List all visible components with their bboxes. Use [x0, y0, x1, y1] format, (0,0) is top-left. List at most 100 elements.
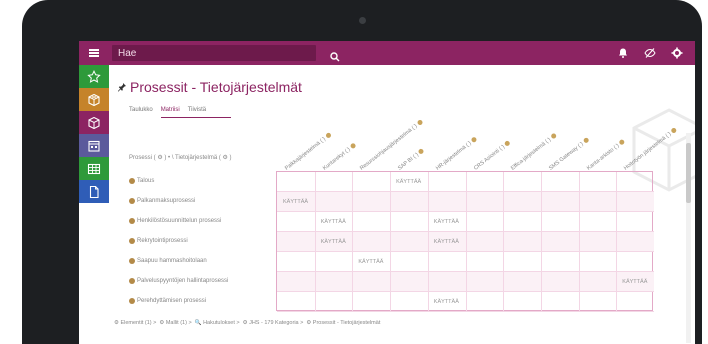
row-label-text: Saapuu hammashoitolaan: [137, 258, 207, 264]
search-icon[interactable]: [330, 52, 340, 62]
row-label-text: Palkanmaksuprosessi: [137, 198, 196, 204]
eye-slash-icon[interactable]: [644, 47, 656, 59]
hamburger-menu-icon[interactable]: [79, 41, 109, 65]
laptop-frame: Prosessit - Tietojärjestelmät Taulukko M…: [22, 0, 702, 344]
matrix-cell-value[interactable]: KÄYTTÄÄ: [434, 299, 459, 305]
element-icon: [670, 126, 678, 134]
matrix-grid: KÄYTTÄÄ KÄYTTÄÄ KÄYTTÄÄ KÄYTTÄÄ KÄYTTÄÄ KÄYTT…: [276, 171, 654, 312]
camera: [359, 17, 366, 24]
column-header-label: HR-järjestelmä ( ): [434, 140, 473, 172]
matrix-cell-value[interactable]: KÄYTTÄÄ: [434, 239, 459, 245]
element-icon: [349, 142, 357, 150]
column-header[interactable]: CRS Asiointi ( ): [472, 139, 512, 172]
grid-divider: [352, 172, 354, 312]
grid-divider: [503, 172, 505, 312]
column-header-label: Effica-järjestelmä ( ): [510, 136, 553, 172]
matrix-cell-value[interactable]: KÄYTTÄÄ: [283, 199, 308, 205]
grid-divider: [427, 172, 429, 312]
element-icon: [129, 178, 135, 184]
breadcrumb-item[interactable]: 🔍 Hakutulokset >: [195, 320, 240, 326]
column-header-label: Resurssiohjausjärjestelmä ( ): [359, 123, 419, 172]
row-label[interactable]: Palkanmaksuprosessi: [129, 191, 195, 211]
matrix-cell-value[interactable]: KÄYTTÄÄ: [358, 259, 383, 265]
element-icon: [129, 198, 135, 204]
scrollbar-thumb[interactable]: [686, 143, 691, 203]
column-header[interactable]: Kanta-arkisto ( ): [585, 138, 626, 172]
document-icon: [89, 185, 99, 198]
element-icon: [470, 136, 478, 144]
element-icon: [129, 278, 135, 284]
column-header-label: Palkkajärjestelmä ( ): [284, 136, 327, 172]
bell-icon[interactable]: [617, 47, 629, 59]
row-label-text: Talous: [137, 178, 155, 184]
column-header-label: Kanta-arkisto ( ): [585, 142, 621, 172]
element-icon: [618, 138, 626, 146]
element-icon: [582, 136, 590, 144]
row-label-text: Rekrytointiprosessi: [137, 238, 188, 244]
nav-item-documents[interactable]: [79, 180, 109, 203]
element-icon: [550, 132, 558, 140]
gear-icon[interactable]: [671, 47, 683, 59]
column-header[interactable]: SMS Gateway ( ): [547, 136, 590, 172]
element-icon: [503, 139, 511, 147]
column-headers: Palkkajärjestelmä ( ) Kuntarekyt ( ) Resur…: [109, 65, 695, 175]
grid-divider: [540, 172, 542, 312]
main-content: Prosessit - Tietojärjestelmät Taulukko M…: [109, 65, 695, 344]
column-header-label: SMS Gateway ( ): [547, 141, 585, 172]
row-label-text: Palveluspyyntöjen hallintaprosessi: [137, 278, 229, 284]
element-icon: [324, 132, 332, 140]
grid-divider: [616, 172, 618, 312]
column-header-label: Hoitotyön järjestelmä ( ): [623, 131, 673, 172]
breadcrumb-item[interactable]: ⚙ JHS - 179 Kategoria >: [243, 320, 304, 326]
search-box: [112, 45, 340, 62]
left-nav: [79, 65, 109, 344]
row-label-text: Perehdyttämisen prosessi: [137, 298, 207, 304]
column-header[interactable]: HR-järjestelmä ( ): [435, 136, 478, 172]
column-header-label: Kuntarekyt ( ): [321, 146, 352, 172]
app-screen: Prosessit - Tietojärjestelmät Taulukko M…: [79, 41, 695, 344]
row-label[interactable]: Perehdyttämisen prosessi: [129, 291, 206, 311]
breadcrumb-item[interactable]: ⚙ Elementit (1) >: [114, 320, 156, 326]
element-icon: [129, 238, 135, 244]
table-icon: [87, 163, 101, 174]
column-header[interactable]: Hoitotyön järjestelmä ( ): [623, 126, 678, 172]
column-header[interactable]: SAP BI ( ): [397, 147, 425, 172]
grid-divider: [465, 172, 467, 312]
row-label[interactable]: Henkilöstösuunnittelun prosessi: [129, 211, 221, 231]
nav-item-calendar[interactable]: [79, 134, 109, 157]
cube-icon: [88, 93, 100, 106]
element-icon: [129, 298, 135, 304]
column-header[interactable]: Resurssiohjausjärjestelmä ( ): [359, 119, 424, 172]
column-header-label: CRS Asiointi ( ): [472, 144, 506, 172]
top-bar: [79, 41, 695, 65]
breadcrumb: ⚙ Elementit (1) > ⚙ Mallit (1) > 🔍 Hakutul…: [114, 320, 380, 326]
column-header[interactable]: Kuntarekyt ( ): [321, 142, 357, 172]
search-input[interactable]: [118, 46, 298, 60]
nav-item-elements[interactable]: [79, 88, 109, 111]
matrix-cell-value[interactable]: KÄYTTÄÄ: [434, 219, 459, 225]
nav-item-favorites[interactable]: [79, 65, 109, 88]
element-icon: [416, 119, 424, 127]
nav-item-models[interactable]: [79, 111, 109, 134]
element-icon: [129, 218, 135, 224]
matrix-cell-value[interactable]: KÄYTTÄÄ: [321, 219, 346, 225]
row-label[interactable]: Palveluspyyntöjen hallintaprosessi: [129, 271, 228, 291]
matrix-cell-value[interactable]: KÄYTTÄÄ: [321, 239, 346, 245]
grid-divider: [314, 172, 316, 312]
element-icon: [417, 147, 425, 155]
row-label[interactable]: Saapuu hammashoitolaan: [129, 251, 207, 271]
nav-item-table[interactable]: [79, 157, 109, 180]
calendar-icon: [88, 140, 100, 152]
star-icon: [87, 69, 101, 83]
breadcrumb-item[interactable]: ⚙ Prosessit - Tietojärjestelmät: [306, 320, 380, 326]
matrix-cell-value[interactable]: KÄYTTÄÄ: [396, 179, 421, 185]
row-label[interactable]: Rekrytointiprosessi: [129, 231, 188, 251]
element-icon: [129, 258, 135, 264]
column-header-label: SAP BI ( ): [397, 152, 420, 172]
grid-divider: [578, 172, 580, 312]
row-label[interactable]: Talous: [129, 171, 154, 191]
cube-outline-icon: [88, 116, 100, 129]
row-label-text: Henkilöstösuunnittelun prosessi: [137, 218, 222, 224]
breadcrumb-item[interactable]: ⚙ Mallit (1) >: [159, 320, 191, 326]
matrix-cell-value[interactable]: KÄYTTÄÄ: [622, 279, 647, 285]
